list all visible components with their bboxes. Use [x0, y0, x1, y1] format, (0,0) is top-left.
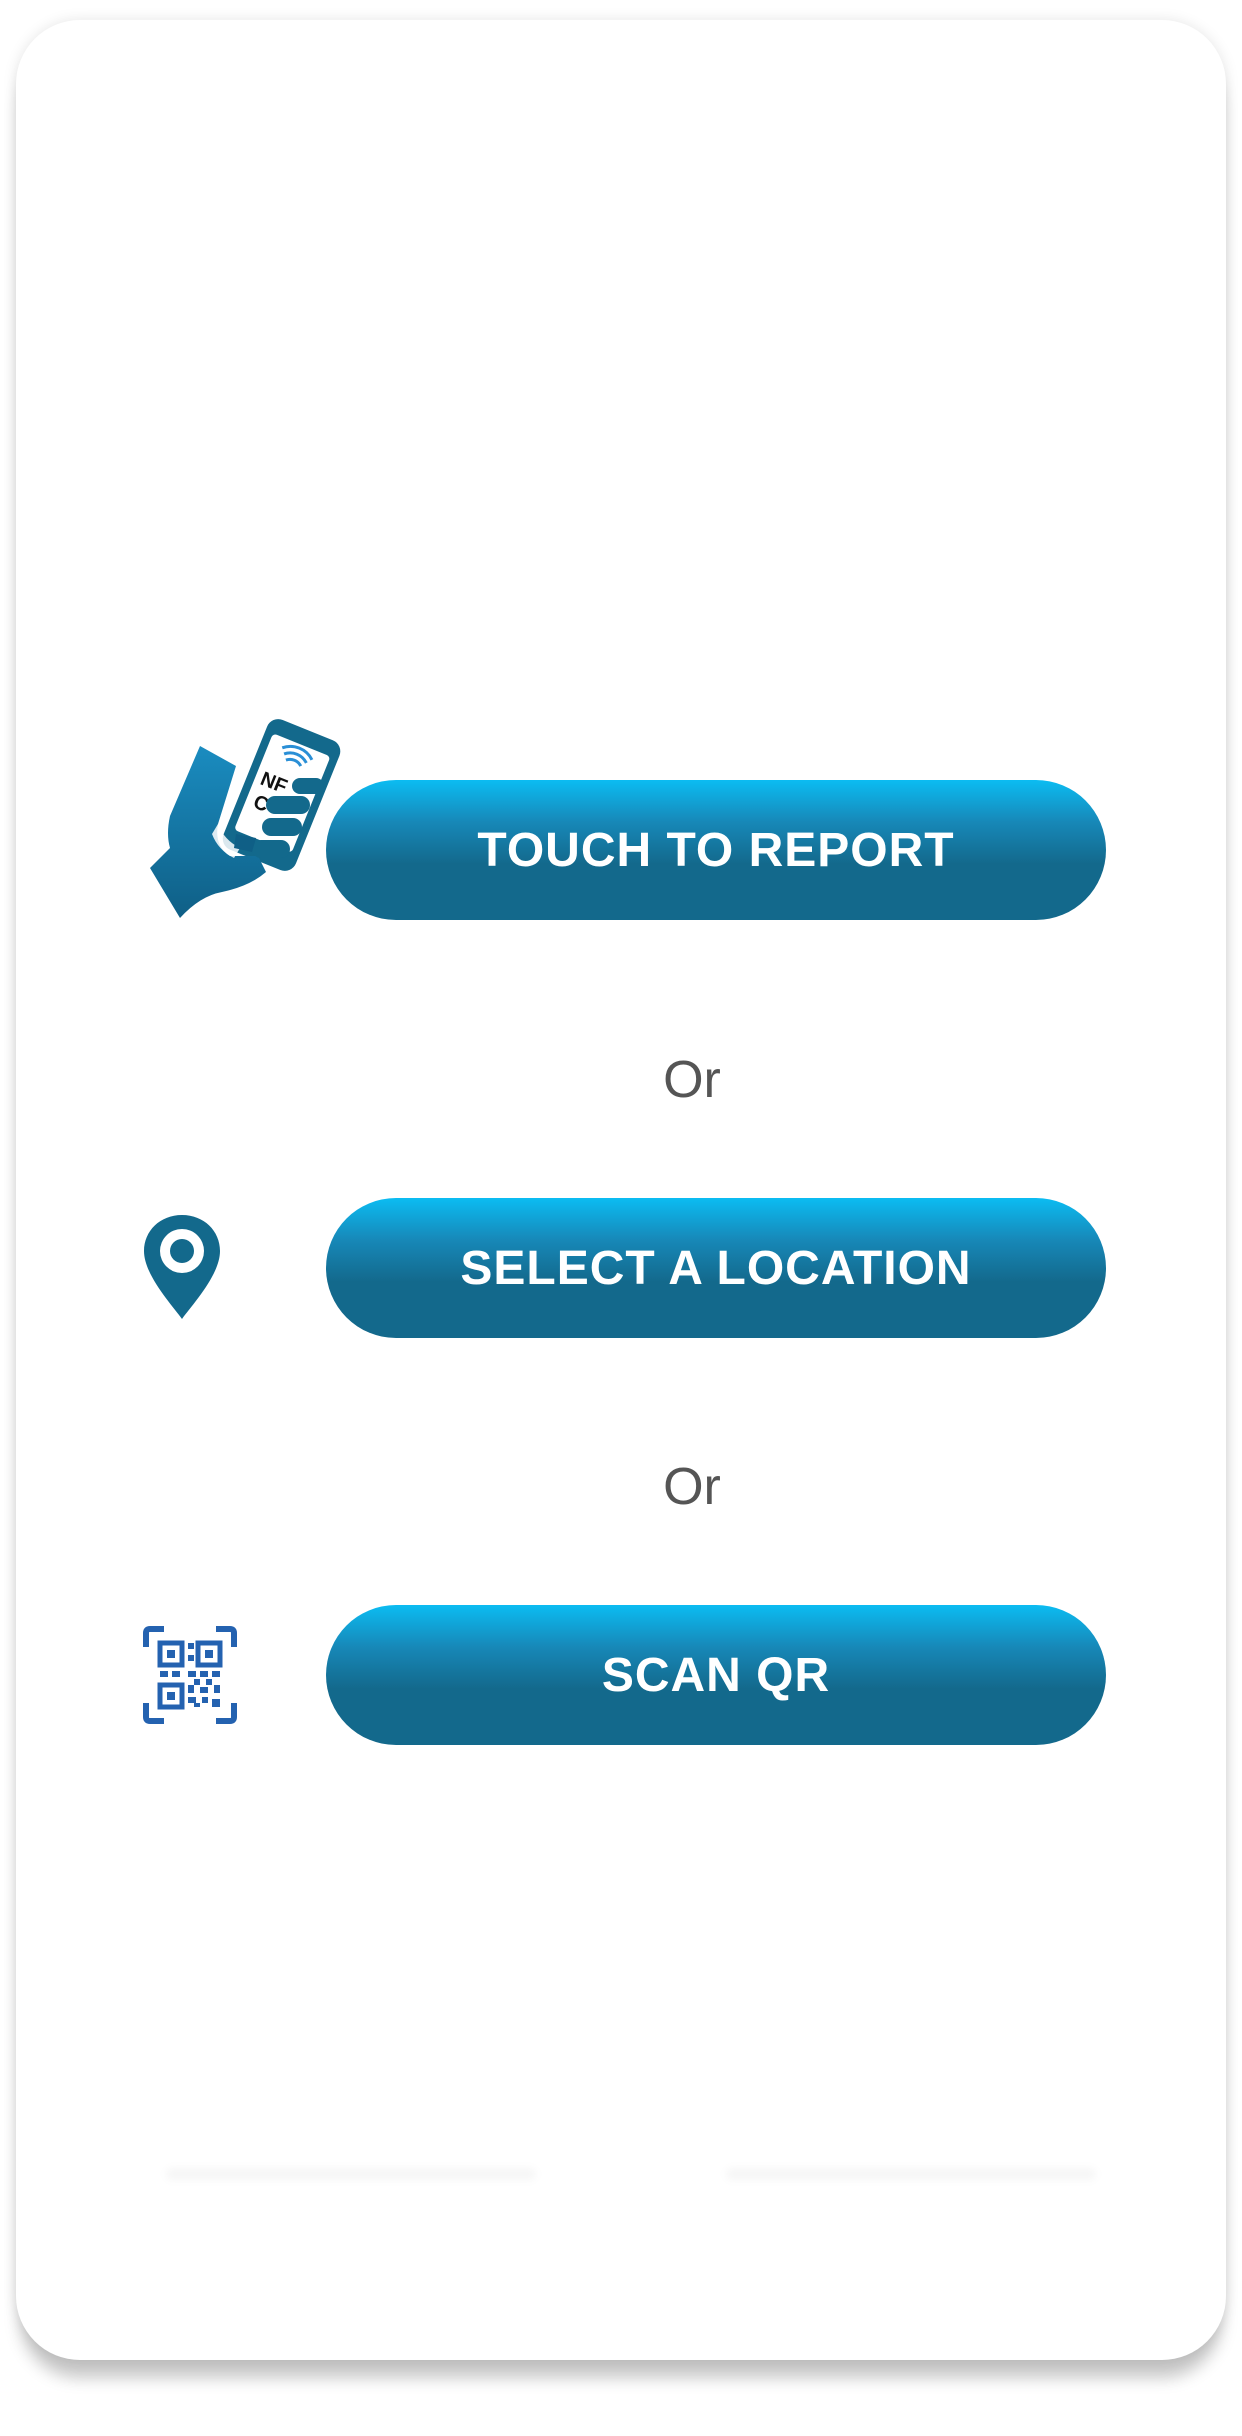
scan-qr-row: SCAN QR: [16, 1605, 1226, 1745]
qr-code-icon: [142, 1625, 238, 1725]
or-separator: Or: [663, 1458, 721, 1516]
main-card: NF C TOUCH TO REPORT Or SELECT A LOCATIO…: [16, 20, 1226, 2360]
bottom-hint-left: [166, 2168, 536, 2180]
select-location-row: SELECT A LOCATION: [16, 1198, 1226, 1338]
or-separator: Or: [663, 1051, 721, 1109]
select-location-button[interactable]: SELECT A LOCATION: [326, 1198, 1106, 1338]
nfc-phone-hand-icon: NF C: [140, 706, 364, 934]
touch-to-report-button[interactable]: TOUCH TO REPORT: [326, 780, 1106, 920]
location-pin-icon: [142, 1213, 222, 1321]
scan-qr-button[interactable]: SCAN QR: [326, 1605, 1106, 1745]
bottom-hint-right: [726, 2168, 1096, 2180]
touch-to-report-row: NF C TOUCH TO REPORT: [16, 719, 1226, 920]
